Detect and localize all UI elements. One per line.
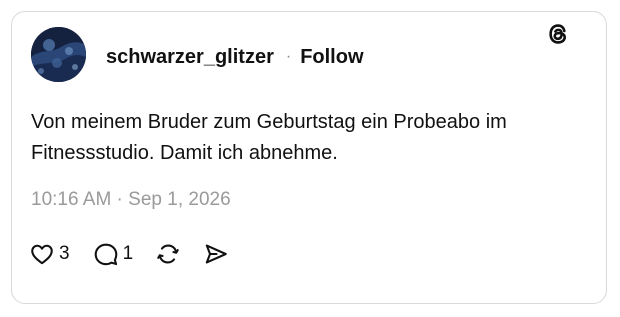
post-text: Von meinem Bruder zum Geburtstag ein Pro… <box>31 111 507 164</box>
like-button[interactable]: 3 <box>29 241 70 267</box>
threads-logo-icon[interactable] <box>545 21 571 47</box>
repost-icon <box>157 244 179 264</box>
share-button[interactable] <box>203 241 229 267</box>
comment-icon <box>94 243 117 266</box>
send-icon <box>205 244 227 264</box>
username[interactable]: schwarzer_glitzer <box>106 46 274 69</box>
like-count: 3 <box>59 243 70 264</box>
avatar-image <box>31 27 86 82</box>
action-bar: 3 1 <box>29 240 229 268</box>
repost-button[interactable] <box>155 241 181 267</box>
separator-dot: · <box>285 48 292 65</box>
post-header: schwarzer_glitzer · Follow <box>106 44 364 70</box>
avatar[interactable] <box>31 27 86 82</box>
post-timestamp[interactable]: 10:16 AM · Sep 1, 2026 <box>31 189 231 211</box>
reply-button[interactable]: 1 <box>93 241 134 267</box>
heart-icon <box>31 244 53 265</box>
reply-count: 1 <box>122 243 134 264</box>
follow-button[interactable]: Follow <box>300 46 363 69</box>
